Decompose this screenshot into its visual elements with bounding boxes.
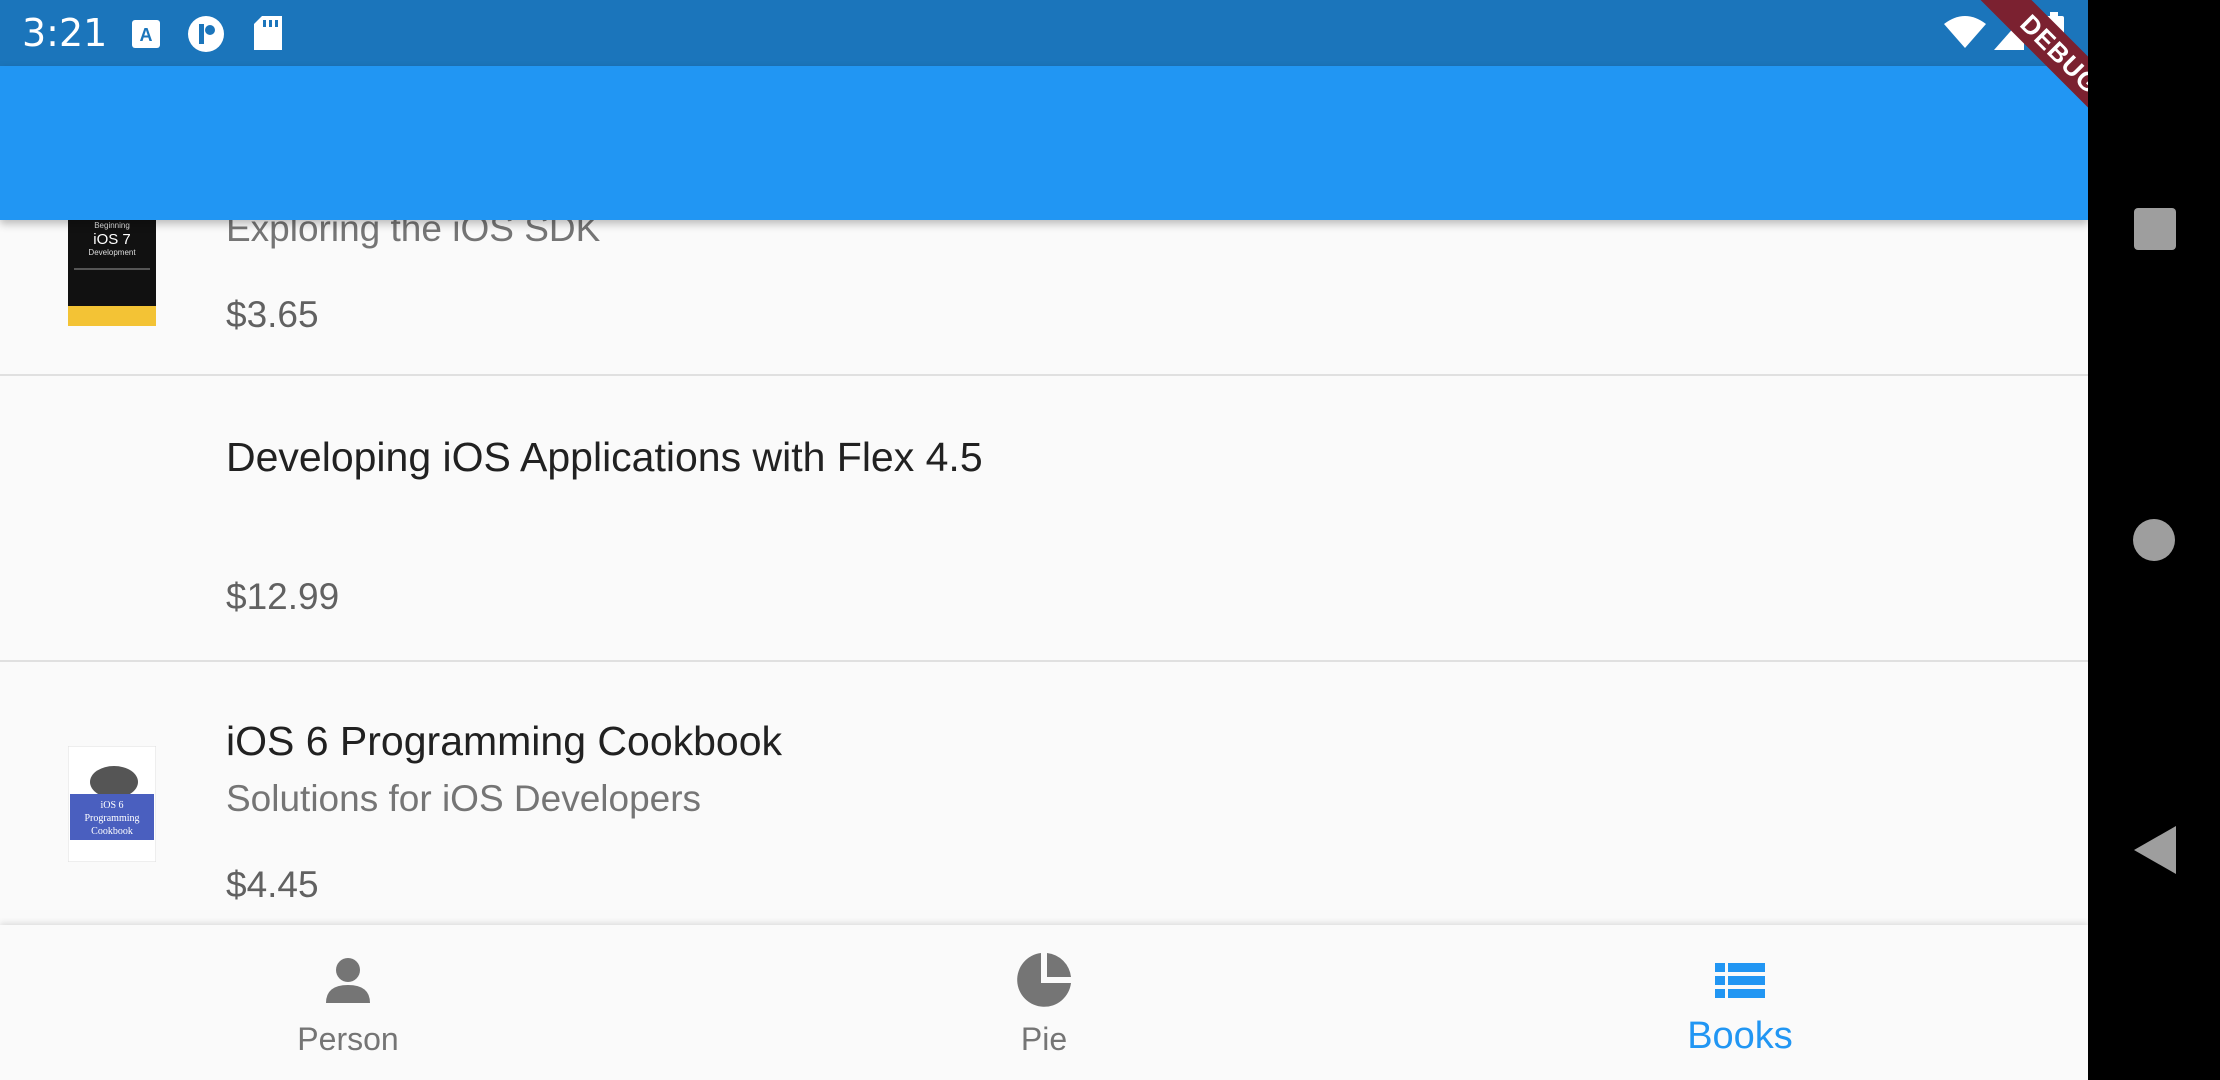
status-bar: 3:21 A [0,0,2088,66]
book-title: iOS 6 Programming Cookbook [226,718,783,764]
tab-person[interactable]: Person [0,925,696,1080]
tab-books[interactable]: Books [1392,925,2088,1080]
pie-chart-icon [1017,953,1071,1007]
a-icon: A [132,20,160,48]
book-price: $4.45 [226,864,319,905]
debug-banner-label: DEBUG [1962,0,2088,152]
tab-person-label: Person [297,1021,399,1057]
home-button[interactable] [2132,518,2176,562]
svg-text:iOS 6: iOS 6 [100,800,123,811]
book-cover-image: iOS 6 Programming Cookbook [68,746,156,862]
svg-text:iOS 7: iOS 7 [93,231,131,248]
person-icon [326,958,370,1003]
app-screen: Beginning iOS 7 Development Exploring th… [0,0,2088,1080]
tab-pie-label: Pie [1020,1021,1068,1057]
list-icon [1715,963,1765,998]
list-item[interactable]: iOS 6 Programming Cookbook iOS 6 Program… [0,662,2088,925]
recents-button[interactable] [2134,208,2176,250]
tab-books-label: Books [1687,1015,1793,1057]
status-time: 3:21 [22,11,108,55]
bottom-navigation: Person Pie Books [0,925,2088,1080]
book-price: $12.99 [226,576,340,617]
system-nav-bar [2088,0,2220,1080]
back-button[interactable] [2134,826,2176,874]
svg-text:Programming: Programming [85,813,140,824]
p-badge-icon [188,16,224,52]
svg-text:Beginning: Beginning [94,221,130,230]
svg-text:Development: Development [88,248,136,257]
sd-card-icon [254,16,282,50]
debug-banner: DEBUG [1910,0,2088,178]
list-item[interactable]: Developing iOS Applications with Flex 4.… [0,376,2088,662]
book-price: $3.65 [226,294,319,335]
book-cover-image: Beginning iOS 7 Development [68,210,156,326]
svg-text:A: A [140,25,153,45]
app-bar [0,66,2088,220]
tab-pie[interactable]: Pie [696,925,1392,1080]
book-title: Developing iOS Applications with Flex 4.… [226,434,983,480]
svg-text:Cookbook: Cookbook [91,826,133,837]
book-subtitle: Solutions for iOS Developers [226,778,702,819]
